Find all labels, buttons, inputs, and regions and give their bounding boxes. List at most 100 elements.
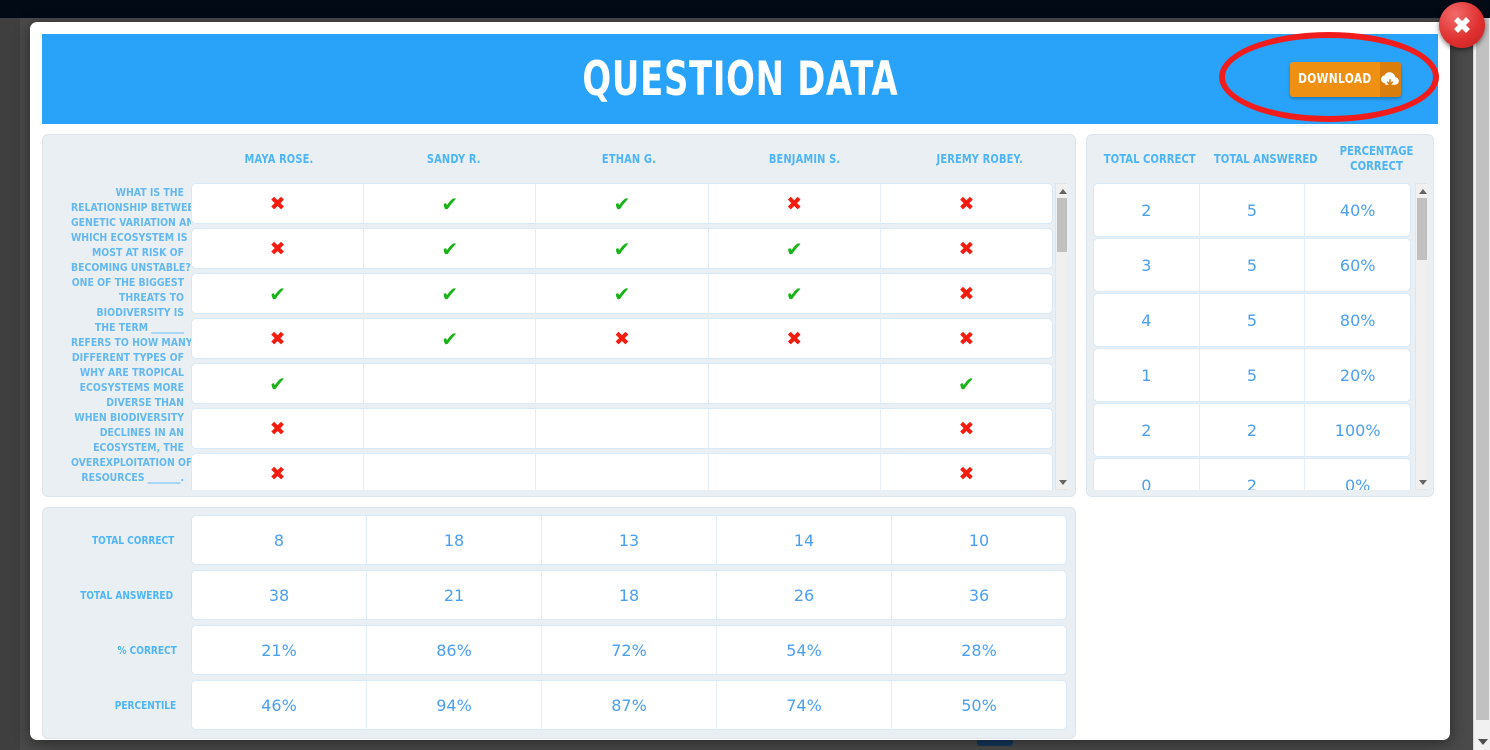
totals-panel: TOTAL CORRECT 8 18 13 14 10 TOTAL ANSWERED 38 21… — [42, 507, 1076, 739]
grid-scrollbar-thumb[interactable] — [1057, 198, 1067, 252]
totals-row-cells: 8 18 13 14 10 — [191, 515, 1067, 565]
cross-icon: ✖ — [269, 192, 286, 215]
cross-icon: ✖ — [958, 327, 975, 350]
question-label-line: BECOMING UNSTABLE? — [70, 261, 191, 273]
question-label-line: WHAT IS THE — [115, 186, 184, 199]
totals-row-cells: 21% 86% 72% 54% 28% — [191, 625, 1067, 675]
grid-scroll-up-arrow-icon[interactable] — [1056, 184, 1067, 198]
totals-row: PERCENTILE 46% 94% 87% 74% 50% — [51, 680, 1067, 730]
question-label-line: OVEREXPLOITATION OF — [70, 456, 191, 469]
answer-cell: ✔ — [364, 229, 537, 268]
question-grid-scroll-area: WHAT IS THE RELATIONSHIP BETWEEN GENETIC V… — [51, 183, 1067, 490]
table-row: 4 5 80% — [1093, 293, 1411, 347]
table-row: THE TERM _______ REFERS TO HOW MANY DIFFER… — [51, 318, 1053, 363]
answer-cell: ✔ — [536, 274, 709, 313]
answer-cell — [709, 409, 881, 448]
totals-cell: 8 — [192, 516, 367, 564]
answer-cell: ✔ — [709, 229, 881, 268]
table-row: WHICH ECOSYSTEM IS MOST AT RISK OF BECOMIN… — [51, 228, 1053, 273]
summary-header-percentage-line1: PERCENTAGE — [1339, 144, 1414, 158]
totals-cell: 87% — [542, 681, 717, 729]
question-answer-cells: ✖ ✖ — [191, 453, 1053, 490]
totals-row: TOTAL ANSWERED 38 21 18 26 36 — [51, 570, 1067, 620]
answer-cell — [536, 454, 709, 490]
answer-cell: ✖ — [192, 184, 365, 223]
totals-row-label-text: % CORRECT — [117, 643, 177, 657]
check-icon: ✔ — [958, 371, 975, 396]
modal-header: QUESTION DATA DOWNLOAD — [42, 34, 1438, 124]
question-label: OVEREXPLOITATION OF RESOURCES _______. — [51, 453, 191, 490]
table-row: WHEN BIODIVERSITY DECLINES IN AN ECOSYSTEM… — [51, 408, 1053, 453]
page-scrollbar-thumb[interactable] — [1476, 18, 1489, 720]
page-scrollbar[interactable] — [1473, 18, 1490, 750]
student-header-3: BENJAMIN S. — [717, 152, 892, 166]
check-icon: ✔ — [269, 281, 286, 306]
table-row: ONE OF THE BIGGEST THREATS TO BIODIVERSITY… — [51, 273, 1053, 318]
question-label-line: ECOSYSTEMS MORE — [79, 381, 184, 394]
cross-icon: ✖ — [958, 192, 975, 215]
summary-scroll-down-arrow-icon[interactable] — [1416, 475, 1427, 489]
cross-icon: ✖ — [269, 327, 286, 350]
download-button[interactable]: DOWNLOAD — [1290, 62, 1401, 97]
page-scroll-down-arrow-icon[interactable] — [1474, 733, 1490, 750]
grid-scroll-down-arrow-icon[interactable] — [1056, 475, 1067, 489]
question-label-line: ECOSYSTEM, THE — [93, 441, 184, 453]
table-row: 2 5 40% — [1093, 183, 1411, 237]
summary-scrollbar-thumb[interactable] — [1417, 198, 1427, 260]
student-header-row: MAYA ROSE. SANDY R. ETHAN G. BENJAMIN S.… — [51, 135, 1067, 183]
check-icon: ✔ — [613, 281, 631, 306]
summary-header-total-answered: TOTAL ANSWERED — [1204, 152, 1328, 167]
totals-cell: 38 — [192, 571, 367, 619]
download-label-text: DOWNLOAD — [1298, 72, 1372, 87]
answer-cell: ✖ — [192, 229, 365, 268]
student-name-0: MAYA ROSE. — [244, 152, 314, 166]
answer-cell: ✔ — [192, 274, 365, 313]
answer-cell: ✔ — [881, 364, 1052, 403]
answer-cell: ✔ — [536, 229, 709, 268]
table-row: 0 2 0% — [1093, 458, 1411, 490]
question-label-line: MOST AT RISK OF — [91, 246, 184, 259]
summary-cell-total-correct: 3 — [1094, 239, 1200, 291]
check-icon: ✔ — [613, 191, 631, 216]
answer-cell: ✖ — [709, 319, 881, 358]
summary-header-percentage-correct: PERCENTAGE CORRECT — [1328, 144, 1425, 174]
question-answer-cells: ✖ ✔ ✔ ✔ ✖ — [191, 228, 1053, 269]
table-row: 2 2 100% — [1093, 403, 1411, 457]
answer-cell: ✔ — [709, 274, 881, 313]
answer-cell: ✖ — [881, 319, 1052, 358]
question-label-line: WHICH ECOSYSTEM IS — [70, 231, 188, 244]
totals-cell: 86% — [367, 626, 542, 674]
summary-cell-total-correct: 2 — [1094, 404, 1200, 456]
answer-cell: ✖ — [881, 229, 1052, 268]
question-label-line: REFERS TO HOW MANY — [70, 336, 191, 349]
summary-scrollbar[interactable] — [1415, 183, 1427, 490]
totals-row-label-text: PERCENTILE — [114, 698, 177, 712]
answer-cell: ✖ — [881, 454, 1052, 490]
totals-cell: 74% — [717, 681, 892, 729]
summary-cell-total-answered: 5 — [1200, 239, 1306, 291]
summary-cell-percentage-correct: 20% — [1339, 365, 1376, 385]
cross-icon: ✖ — [958, 462, 975, 485]
totals-cell: 13 — [542, 516, 717, 564]
student-name-3: BENJAMIN S. — [768, 152, 840, 166]
question-label-line: DIVERSE THAN — [106, 396, 184, 408]
answer-cell: ✔ — [364, 274, 537, 313]
question-label: WHICH ECOSYSTEM IS MOST AT RISK OF BECOMIN… — [51, 228, 191, 273]
question-grid-scrollbar[interactable] — [1055, 183, 1067, 490]
summary-scroll-up-arrow-icon[interactable] — [1416, 184, 1427, 198]
summary-cell-percentage-correct: 100% — [1334, 420, 1381, 440]
totals-row-label: PERCENTILE — [51, 680, 191, 730]
summary-header-total-answered-label: TOTAL ANSWERED — [1214, 151, 1319, 166]
totals-row-label: TOTAL CORRECT — [51, 515, 191, 565]
summary-header-total-correct-label: TOTAL CORRECT — [1103, 151, 1196, 166]
summary-cell-total-answered: 2 — [1200, 459, 1306, 490]
close-button[interactable] — [1439, 2, 1485, 48]
totals-row: TOTAL CORRECT 8 18 13 14 10 — [51, 515, 1067, 565]
student-name-1: SANDY R. — [426, 152, 481, 166]
page-title: QUESTION DATA — [582, 51, 898, 107]
question-label-line: BIODIVERSITY IS — [96, 306, 184, 318]
summary-cell-total-answered: 2 — [1200, 404, 1306, 456]
student-header-0: MAYA ROSE. — [191, 152, 366, 166]
answer-cell — [536, 409, 709, 448]
totals-row-label-text: TOTAL ANSWERED — [79, 588, 173, 602]
